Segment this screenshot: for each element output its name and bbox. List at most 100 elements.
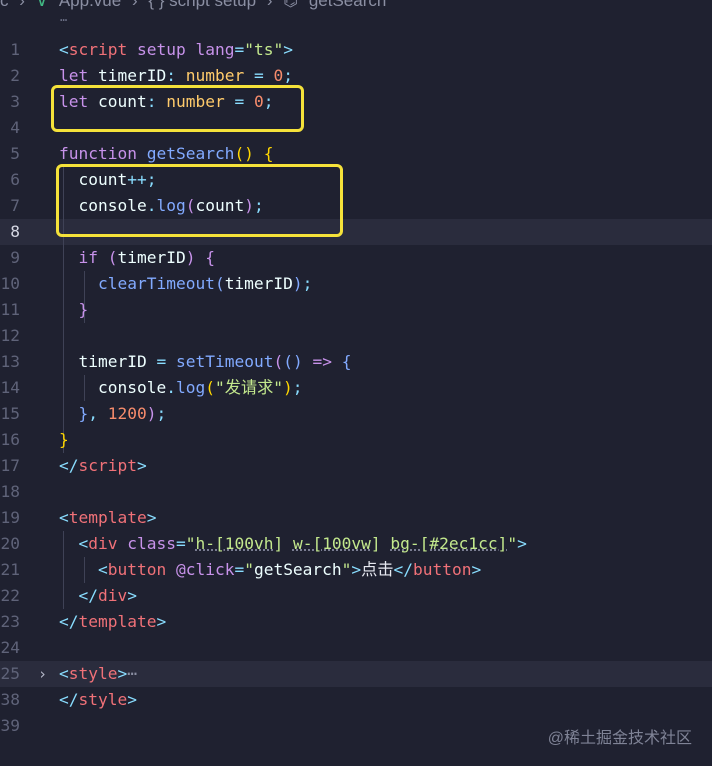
code-token: clearTimeout: [97, 274, 215, 293]
code-line[interactable]: 18: [0, 479, 712, 505]
code-text: <button @click="getSearch">点击</button>: [59, 557, 481, 583]
code-text: </style>: [59, 687, 137, 713]
code-line[interactable]: 21 <button @click="getSearch">点击</button…: [0, 557, 712, 583]
code-token: </: [59, 690, 79, 709]
code-text: </script>: [59, 453, 147, 479]
line-number: 22: [0, 586, 21, 605]
code-line[interactable]: 6 count++;: [0, 167, 712, 193]
code-token: console: [97, 378, 167, 397]
line-number: 6: [10, 170, 20, 189]
code-token: }: [78, 300, 89, 319]
code-line[interactable]: 22 </div>: [0, 583, 712, 609]
code-token: style: [78, 690, 128, 709]
code-token: timerID: [117, 248, 186, 267]
code-token: count: [78, 170, 128, 189]
code-token: =: [253, 66, 264, 85]
code-line[interactable]: 19 <template>: [0, 505, 712, 531]
code-token: }: [59, 430, 69, 449]
code-line[interactable]: 38 </style>: [0, 687, 712, 713]
code-text: clearTimeout(timerID);: [59, 271, 312, 297]
code-token: ): [244, 196, 254, 215]
code-token: </: [59, 612, 79, 631]
code-token: 0: [273, 66, 284, 85]
code-token: =: [234, 40, 245, 59]
line-number: 12: [0, 326, 21, 345]
code-token: 0: [253, 92, 264, 111]
code-line[interactable]: 2 let timerID: number = 0;: [0, 63, 712, 89]
breadcrumb-symbol[interactable]: getSearch: [309, 0, 387, 11]
line-number: 19: [0, 508, 21, 527]
line-number: 9: [10, 248, 20, 267]
code-token: h-[100vh]: [195, 534, 284, 553]
code-line[interactable]: 25 › <style>⋯: [0, 661, 712, 687]
code-line[interactable]: 9 if (timerID) {: [0, 245, 712, 271]
code-line[interactable]: 10 clearTimeout(timerID);: [0, 271, 712, 297]
breadcrumb-separator: ›: [266, 0, 273, 10]
code-token: ): [292, 274, 303, 293]
code-line[interactable]: 4: [0, 115, 712, 141]
code-token: ;: [263, 92, 274, 111]
fold-chevron-icon[interactable]: ›: [38, 661, 47, 687]
code-line[interactable]: 13 timerID = setTimeout(() => {: [0, 349, 712, 375]
code-line[interactable]: 8: [0, 219, 712, 245]
code-line[interactable]: 5 function getSearch() {: [0, 141, 712, 167]
code-token: =: [175, 534, 186, 553]
code-text: let count: number = 0;: [59, 89, 273, 115]
code-token: <: [78, 534, 89, 553]
code-token: =: [156, 352, 167, 371]
code-token: getSearch: [146, 144, 235, 163]
code-token: <: [59, 664, 69, 683]
code-line[interactable]: 15 }, 1200);: [0, 401, 712, 427]
code-token: {: [263, 144, 274, 163]
code-line[interactable]: 17 </script>: [0, 453, 712, 479]
code-line[interactable]: 14 console.log("发请求");: [0, 375, 712, 401]
breadcrumb-section[interactable]: { } script setup: [148, 0, 256, 11]
line-number: 23: [0, 612, 21, 631]
code-token: </: [393, 560, 414, 579]
code-token: count: [195, 196, 245, 215]
code-token: (: [205, 378, 215, 397]
code-token: let: [59, 92, 89, 111]
code-token: :: [166, 66, 176, 85]
code-editor[interactable]: 1 <script setup lang="ts"> 2 let timerID: n…: [0, 37, 712, 739]
code-token: >: [283, 40, 293, 59]
code-text: timerID = setTimeout(() => {: [59, 349, 352, 375]
code-line[interactable]: 12: [0, 323, 712, 349]
code-token: ": [507, 534, 518, 553]
code-line[interactable]: 24: [0, 635, 712, 661]
code-token: number: [185, 66, 245, 85]
function-symbol-icon: ⌬: [283, 0, 299, 10]
code-line[interactable]: 1 <script setup lang="ts">: [0, 37, 712, 63]
breadcrumb-folder[interactable]: c: [0, 0, 9, 11]
code-token: function: [59, 144, 137, 163]
code-line[interactable]: 7 console.log(count);: [0, 193, 712, 219]
code-line[interactable]: 23 </template>: [0, 609, 712, 635]
code-token: ;: [156, 404, 167, 423]
code-line[interactable]: 11 }: [0, 297, 712, 323]
code-line[interactable]: 3 let count: number = 0;: [0, 89, 712, 115]
code-token: "发请求": [214, 378, 284, 397]
code-line[interactable]: 20 <div class= " h-[100vh] w-[100vw] bg-[#…: [0, 531, 712, 557]
code-token: w-[100vw]: [292, 534, 381, 553]
code-line[interactable]: 16}: [0, 427, 712, 453]
code-token: >: [517, 534, 527, 553]
line-number: 3: [10, 92, 20, 111]
code-token: 1200: [107, 404, 147, 423]
line-number: 4: [10, 118, 20, 137]
